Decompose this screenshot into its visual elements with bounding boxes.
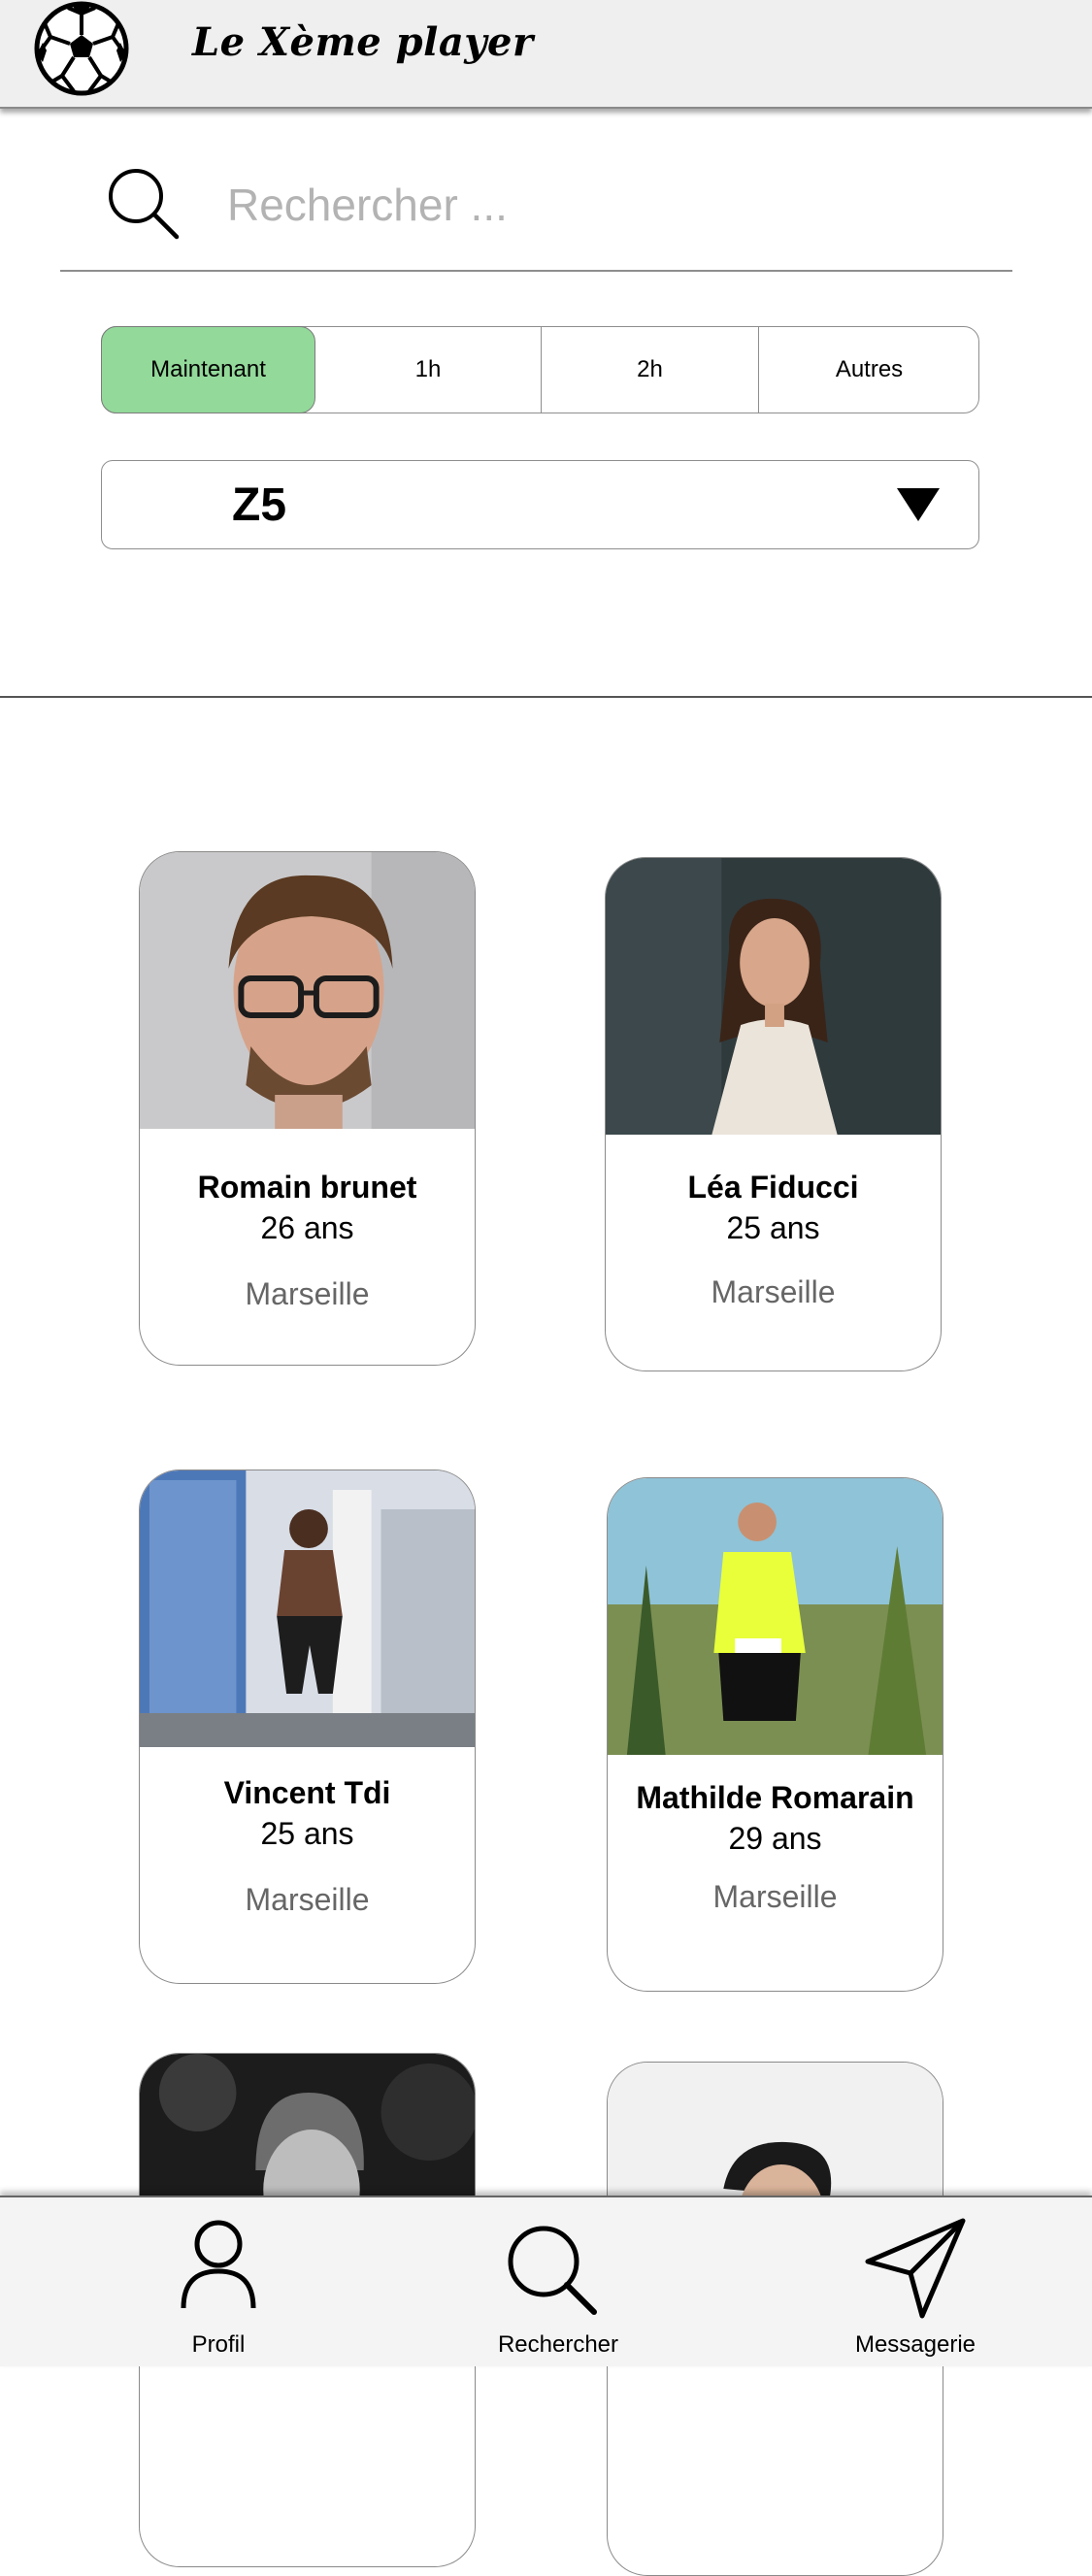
player-photo <box>140 852 475 1129</box>
player-name: Romain brunet <box>197 1170 417 1205</box>
nav-profile[interactable]: Profil <box>146 2197 291 2366</box>
nav-search[interactable]: Rechercher <box>485 2197 631 2366</box>
player-city: Marseille <box>245 1882 370 1917</box>
player-name: Léa Fiducci <box>687 1170 859 1205</box>
search-underline <box>60 270 1012 272</box>
nav-label: Rechercher <box>497 2331 619 2358</box>
section-divider <box>0 696 1092 698</box>
nav-label: Messagerie <box>854 2331 976 2358</box>
player-age: 25 ans <box>260 1816 354 1851</box>
player-city: Marseille <box>245 1276 370 1311</box>
player-city: Marseille <box>711 1274 836 1309</box>
bottom-nav: Profil Rechercher Messagerie <box>0 2196 1092 2366</box>
zone-select-value: Z5 <box>232 479 287 531</box>
search-icon <box>508 2226 597 2315</box>
filter-2h[interactable]: 2h <box>542 327 759 413</box>
nav-label: Profil <box>191 2331 246 2358</box>
zone-select[interactable]: Z5 <box>101 460 979 549</box>
paper-plane-icon <box>865 2218 966 2319</box>
player-card[interactable]: Vincent Tdi 25 ans Marseille <box>139 1470 476 1984</box>
player-card[interactable]: Léa Fiducci 25 ans Marseille <box>605 857 942 1371</box>
player-name: Vincent Tdi <box>223 1775 391 1810</box>
search-input[interactable] <box>225 165 986 245</box>
player-age: 26 ans <box>260 1210 354 1245</box>
soccer-ball-icon[interactable] <box>33 0 130 97</box>
player-card[interactable]: Romain brunet 26 ans Marseille <box>139 851 476 1366</box>
app-title: Le Xème player <box>192 19 534 65</box>
player-photo <box>140 1470 475 1747</box>
player-photo <box>606 858 941 1135</box>
filter-now[interactable]: Maintenant <box>101 326 315 413</box>
nav-messages[interactable]: Messagerie <box>843 2197 988 2366</box>
player-age: 29 ans <box>728 1821 822 1856</box>
player-card[interactable]: Mathilde Romarain 29 ans Marseille <box>607 1477 943 1992</box>
player-name: Mathilde Romarain <box>636 1780 914 1815</box>
player-age: 25 ans <box>726 1210 820 1245</box>
filter-other[interactable]: Autres <box>759 327 979 413</box>
player-photo <box>608 1478 943 1755</box>
search-icon[interactable] <box>105 165 182 243</box>
triangle-down-icon <box>897 488 940 521</box>
user-icon <box>181 2220 256 2309</box>
player-city: Marseille <box>712 1879 838 1914</box>
time-filter: Maintenant 1h 2h Autres <box>101 326 979 413</box>
filter-1h[interactable]: 1h <box>315 327 542 413</box>
app-header: Le Xème player <box>0 0 1092 109</box>
